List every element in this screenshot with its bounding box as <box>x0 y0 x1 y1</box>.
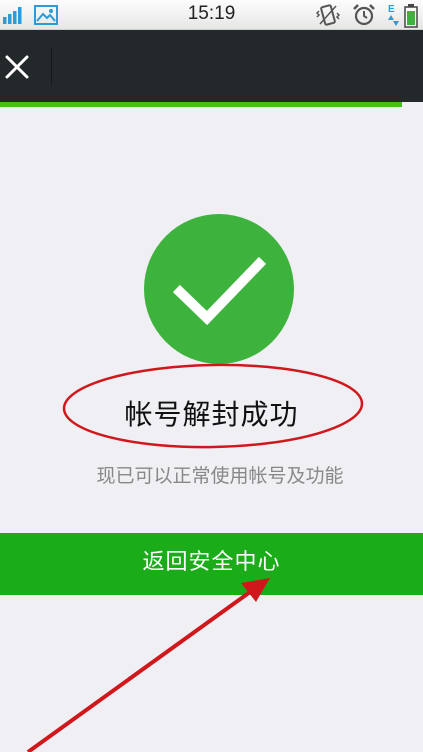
alarm-icon <box>353 4 375 26</box>
battery-icon <box>404 4 418 28</box>
status-bar: 15:19 E <box>0 0 423 30</box>
page-load-progress-bar <box>0 102 423 107</box>
data-transfer-icon: E <box>388 4 399 26</box>
svg-text:E: E <box>388 4 395 15</box>
vibrate-icon <box>316 4 340 26</box>
title-bar <box>0 30 423 102</box>
close-icon <box>5 55 29 79</box>
return-button-label: 返回安全中心 <box>142 550 281 575</box>
result-description: 现已可以正常使用帐号及功能 <box>96 465 344 487</box>
progress-fill <box>0 102 402 107</box>
title-divider <box>51 48 52 85</box>
result-title: 帐号解封成功 <box>124 398 299 431</box>
return-to-security-center-button[interactable]: 返回安全中心 <box>0 533 423 595</box>
checkmark-icon <box>144 214 294 364</box>
annotation-arrow-shaft <box>26 590 252 752</box>
close-button[interactable] <box>0 30 36 102</box>
annotation-layer <box>26 363 364 752</box>
